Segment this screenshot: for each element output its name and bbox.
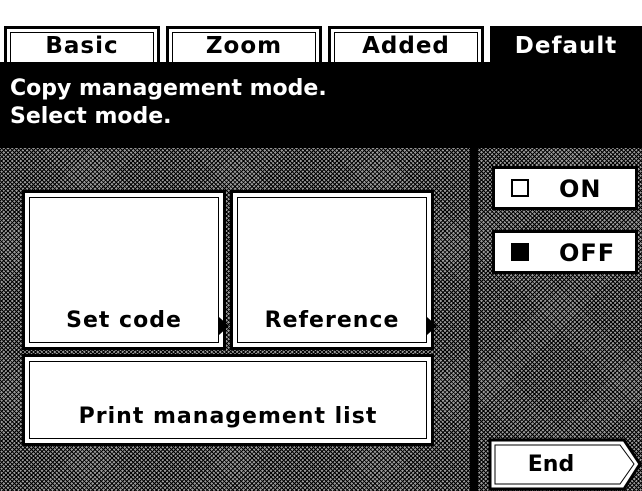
set-code-label: Set code	[66, 308, 182, 333]
off-toggle-button[interactable]: OFF	[492, 230, 638, 274]
tab-default-label: Default	[514, 32, 618, 59]
print-management-list-label: Print management list	[78, 404, 378, 429]
tab-basic[interactable]: Basic	[4, 26, 160, 62]
tab-zoom-label: Zoom	[205, 32, 283, 59]
reference-button[interactable]: Reference	[230, 190, 434, 350]
set-code-button[interactable]: Set code	[22, 190, 226, 350]
tab-bar: Basic Zoom Added Default	[0, 0, 642, 62]
right-triangle-icon	[219, 317, 229, 335]
copier-panel-screen: Basic Zoom Added Default Copy management…	[0, 0, 642, 491]
end-label: End	[527, 452, 575, 477]
checkbox-empty-icon	[511, 179, 529, 197]
off-label: OFF	[559, 239, 616, 267]
reference-label: Reference	[264, 308, 400, 333]
checkbox-filled-icon	[511, 243, 529, 261]
message-line-1: Copy management mode.	[10, 76, 327, 101]
end-button[interactable]: End	[488, 438, 642, 491]
on-toggle-button[interactable]: ON	[492, 166, 638, 210]
tab-default[interactable]: Default	[490, 26, 642, 62]
message-line-2: Select mode.	[10, 104, 172, 129]
tab-added-label: Added	[362, 32, 450, 59]
tab-basic-label: Basic	[45, 32, 119, 59]
on-label: ON	[559, 175, 602, 203]
tab-added[interactable]: Added	[328, 26, 484, 62]
panel-divider	[470, 148, 478, 491]
tab-zoom[interactable]: Zoom	[166, 26, 322, 62]
message-area: Copy management mode. Select mode.	[0, 62, 642, 144]
print-management-list-button[interactable]: Print management list	[22, 354, 434, 446]
right-triangle-icon	[427, 317, 437, 335]
